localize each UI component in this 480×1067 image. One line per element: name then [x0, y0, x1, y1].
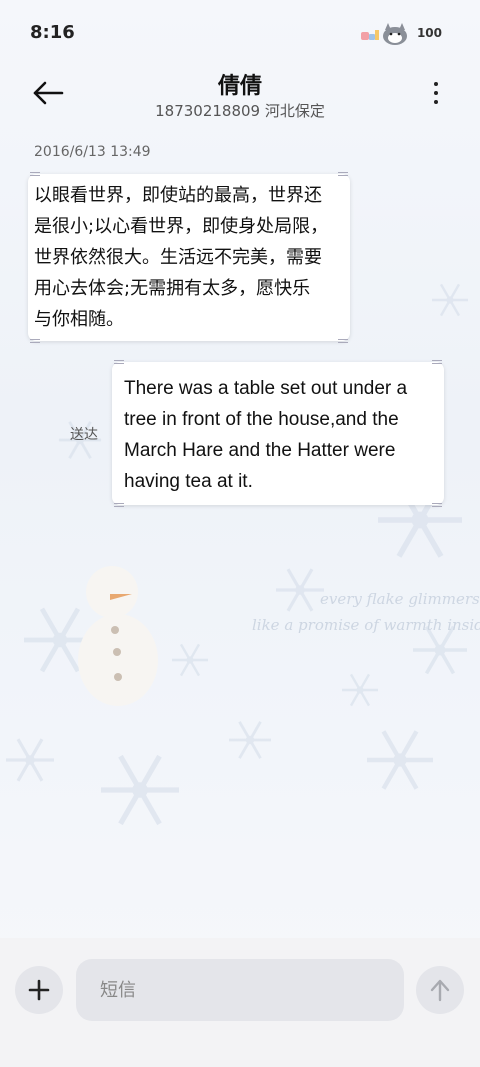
- message-line: tree in front of the house,and the: [124, 409, 399, 430]
- chat-background: every flake glimmers like a promise of w…: [0, 0, 480, 1067]
- message-line: having tea at it.: [124, 471, 253, 492]
- svg-text:like a promise of warmth insid: like a promise of warmth inside: [252, 616, 480, 634]
- cat-sticker-icon: [360, 23, 407, 45]
- message-line: 世界依然很大。生活远不完美，需要: [34, 247, 322, 268]
- message-line: There was a table set out under a: [124, 378, 408, 399]
- delivery-status: 送达: [70, 427, 98, 443]
- incoming-message-bubble[interactable]: 以眼看世界，即使站的最高，世界还 是很小;以心看世界，即使身处局限， 世界依然很…: [28, 172, 350, 343]
- add-attachment-button[interactable]: [15, 966, 63, 1014]
- sms-input[interactable]: [76, 959, 404, 1021]
- status-time: 8:16: [30, 22, 75, 43]
- status-icons: 100: [359, 20, 442, 46]
- message-line: 以眼看世界，即使站的最高，世界还: [34, 185, 322, 206]
- message-line: March Hare and the Hatter were: [124, 440, 396, 461]
- message-line: 是很小;以心看世界，即使身处局限，: [34, 216, 329, 237]
- snowman-icon: [78, 566, 158, 706]
- contact-name: 倩倩: [217, 74, 262, 99]
- message-line: 与你相随。: [34, 309, 124, 330]
- status-bar: 8:16 100: [0, 0, 480, 66]
- svg-text:every flake glimmers: every flake glimmers: [320, 590, 480, 608]
- message-line: 用心去体会;无需拥有太多，愿快乐: [34, 278, 311, 299]
- contact-number-location: 18730218809 河北保定: [155, 102, 325, 120]
- snow-scene: every flake glimmers like a promise of w…: [4, 283, 480, 1067]
- more-options-button[interactable]: [426, 78, 446, 108]
- composer-bar: [0, 938, 480, 1067]
- send-arrow-icon: [430, 979, 450, 1002]
- conversation-header: 倩倩 18730218809 河北保定: [0, 66, 480, 126]
- battery-level: 100: [416, 26, 442, 40]
- outgoing-message-bubble[interactable]: There was a table set out under a tree i…: [112, 360, 444, 507]
- more-vertical-icon: [434, 82, 438, 86]
- plus-icon: [28, 979, 50, 1001]
- send-button[interactable]: [416, 966, 464, 1014]
- message-timestamp: 2016/6/13 13:49: [34, 144, 151, 160]
